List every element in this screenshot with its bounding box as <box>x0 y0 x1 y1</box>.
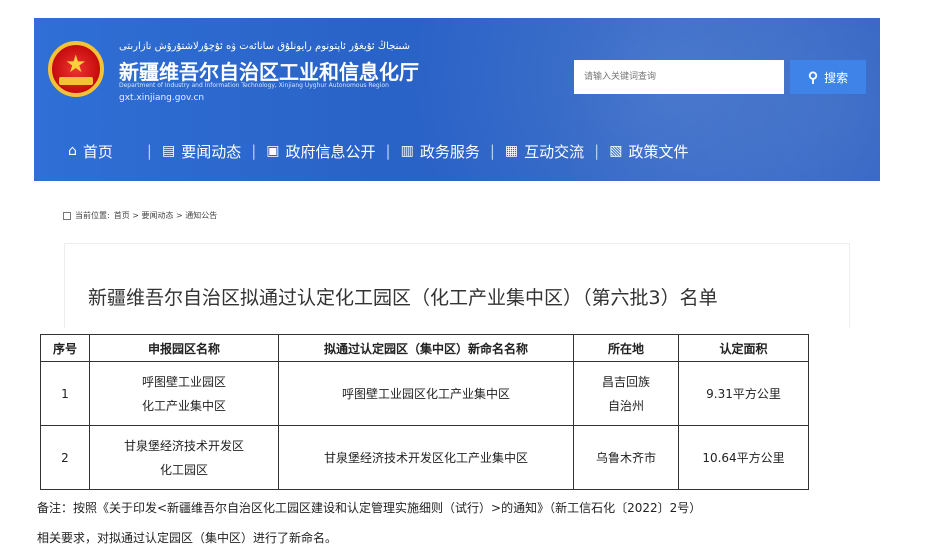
uyghur-site-name: شىنجاڭ ئۇيغۇر ئاپتونوم رايونلۇق سانائەت … <box>119 41 411 52</box>
note-text: 备注：按照《关于印发<新疆维吾尔自治区化工园区建设和认定管理实施细则（试行）>的… <box>37 493 897 553</box>
cell-location: 昌吉回族 自治州 <box>573 361 679 426</box>
chat-icon: ▦ <box>504 143 519 159</box>
nav-item-info[interactable]: ▣ 政府信息公开 <box>266 141 375 162</box>
nav-label: 要闻动态 <box>181 142 242 161</box>
nav-divider: | <box>146 142 152 160</box>
breadcrumb-path[interactable]: 首页 > 要闻动态 > 通知公告 <box>114 210 218 221</box>
column-header: 认定面积 <box>678 334 809 362</box>
search-icon: ⚲ <box>807 68 819 85</box>
main-nav: ⌂ 首页 | ▤ 要闻动态 | ▣ 政府信息公开 | ▥ 政务服务 | ▦ 互动… <box>34 133 880 169</box>
nav-item-home[interactable]: ⌂ 首页 <box>68 141 113 162</box>
nav-label: 政策文件 <box>628 142 689 161</box>
table-row: 1 呼图壁工业园区 化工产业集中区 呼图壁工业园区化工产业集中区 昌吉回族 自治… <box>40 361 809 426</box>
national-emblem-icon: ★ <box>48 41 104 97</box>
breadcrumb: 当前位置: 首页 > 要闻动态 > 通知公告 <box>63 210 217 221</box>
nav-label: 首页 <box>82 142 113 161</box>
nav-divider: | <box>594 142 600 160</box>
nav-item-service[interactable]: ▥ 政务服务 <box>401 141 480 162</box>
cell-new-name: 甘泉堡经济技术开发区化工产业集中区 <box>278 425 574 490</box>
site-title[interactable]: 新疆维吾尔自治区工业和信息化厅 <box>119 56 419 85</box>
service-icon: ▥ <box>400 143 414 159</box>
nav-label: 互动交流 <box>524 142 585 161</box>
nav-item-policy[interactable]: ▧ 政策文件 <box>609 141 688 162</box>
nav-label: 政务服务 <box>419 142 480 161</box>
cell-area: 10.64平方公里 <box>678 425 809 490</box>
table-row: 2 甘泉堡经济技术开发区 化工园区 甘泉堡经济技术开发区化工产业集中区 乌鲁木齐… <box>40 425 809 490</box>
policy-icon: ▧ <box>609 143 623 159</box>
nav-item-interaction[interactable]: ▦ 互动交流 <box>505 141 584 162</box>
cell-line: 自治州 <box>607 398 644 413</box>
nav-item-news[interactable]: ▤ 要闻动态 <box>162 141 241 162</box>
cell-line: 呼图壁工业园区 <box>141 374 226 389</box>
nav-label: 政府信息公开 <box>285 142 376 161</box>
cell-line: 昌吉回族 <box>601 374 650 389</box>
column-header: 序号 <box>40 334 90 362</box>
column-header: 申报园区名称 <box>89 334 279 362</box>
breadcrumb-label: 当前位置: <box>75 211 110 220</box>
table-header-row: 序号 申报园区名称 拟通过认定园区（集中区）新命名名称 所在地 认定面积 <box>40 334 809 362</box>
cell-new-name: 呼图壁工业园区化工产业集中区 <box>278 361 574 426</box>
location-icon <box>63 211 71 220</box>
page-title: 新疆维吾尔自治区拟通过认定化工园区（化工产业集中区）（第六批3）名单 <box>88 287 718 309</box>
cell-declared-name: 呼图壁工业园区 化工产业集中区 <box>89 361 279 426</box>
nav-divider: | <box>385 142 391 160</box>
home-icon: ⌂ <box>68 143 77 159</box>
column-header: 所在地 <box>573 334 679 362</box>
note-line: 备注：按照《关于印发<新疆维吾尔自治区化工园区建设和认定管理实施细则（试行）>的… <box>37 501 702 515</box>
cell-declared-name: 甘泉堡经济技术开发区 化工园区 <box>89 425 279 490</box>
search-input[interactable] <box>574 60 784 94</box>
nav-divider: | <box>251 142 257 160</box>
cell-no: 1 <box>40 361 90 426</box>
search-button[interactable]: ⚲ 搜索 <box>790 60 866 94</box>
cell-line: 甘泉堡经济技术开发区 <box>123 438 244 453</box>
site-url: gxt.xinjiang.gov.cn <box>119 93 205 103</box>
news-icon: ▤ <box>161 143 176 159</box>
cell-area: 9.31平方公里 <box>678 361 809 426</box>
site-english-name: Department of Industry and Information T… <box>119 82 389 89</box>
cell-location: 乌鲁木齐市 <box>573 425 679 490</box>
cell-line: 化工产业集中区 <box>141 398 226 413</box>
info-icon: ▣ <box>266 143 280 159</box>
nav-divider: | <box>489 142 495 160</box>
note-line: 相关要求，对拟通过认定园区（集中区）进行了新命名。 <box>37 531 338 545</box>
park-list-table: 序号 申报园区名称 拟通过认定园区（集中区）新命名名称 所在地 认定面积 1 呼… <box>40 334 809 490</box>
column-header: 拟通过认定园区（集中区）新命名名称 <box>278 334 574 362</box>
cell-no: 2 <box>40 425 90 490</box>
cell-line: 化工园区 <box>159 462 208 477</box>
search-button-label: 搜索 <box>824 70 849 85</box>
